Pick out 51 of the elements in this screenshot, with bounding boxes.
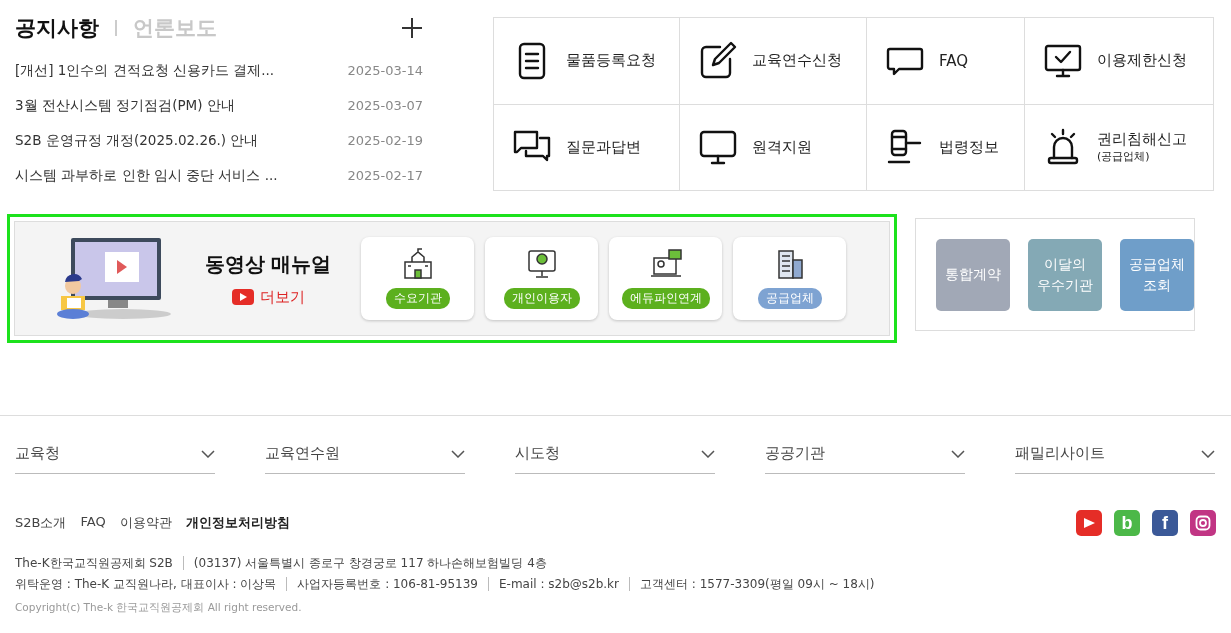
footer-link[interactable]: S2B소개: [15, 514, 67, 532]
company-info: 고객센터 : 1577-3309(평일 09시 ~ 18시): [629, 577, 875, 591]
chevron-down-icon: [701, 449, 715, 458]
quick-menu-item[interactable]: 교육연수신청: [680, 18, 867, 105]
footer-link[interactable]: 개인정보처리방침: [185, 514, 290, 532]
site-dropdown[interactable]: 교육연수원: [265, 444, 465, 474]
notice-link[interactable]: [개선] 1인수의 견적요청 신용카드 결제...: [15, 61, 275, 80]
notice-date: 2025-02-19: [347, 133, 423, 148]
plus-icon[interactable]: [401, 17, 423, 39]
site-dropdown[interactable]: 패밀리사이트: [1015, 444, 1215, 474]
instagram-icon[interactable]: [1190, 510, 1216, 536]
quick-menu-item[interactable]: 물품등록요청: [494, 18, 680, 105]
footer-link[interactable]: FAQ: [80, 514, 106, 532]
notice-link[interactable]: 3월 전산시스템 정기점검(PM) 안내: [15, 96, 235, 115]
site-dropdown[interactable]: 공공기관: [765, 444, 965, 474]
copyright: Copyright(c) The-k 한국교직원공제회 All right reserved.: [15, 601, 303, 615]
site-dropdown[interactable]: 시도청: [515, 444, 715, 474]
quick-menu-note: (공급업체): [1097, 149, 1151, 165]
notice-tab[interactable]: 공지사항: [15, 14, 99, 42]
category-label: 공급업체: [757, 288, 822, 309]
footer-link[interactable]: 이용약관: [119, 514, 172, 532]
quick-menu-item[interactable]: 질문과답변: [494, 104, 680, 190]
chevron-down-icon: [451, 449, 465, 458]
notice-link[interactable]: 시스템 과부하로 인한 임시 중단 서비스 ...: [15, 166, 278, 185]
youtube-icon[interactable]: [1076, 510, 1102, 536]
quick-menu-item[interactable]: 법령정보: [867, 104, 1025, 190]
facebook-icon[interactable]: f: [1152, 510, 1178, 536]
category-label: 수요기관: [385, 288, 450, 309]
site-dropdown[interactable]: 교육청: [15, 444, 215, 474]
quick-menu-item[interactable]: 권리침해신고 (공급업체): [1025, 104, 1213, 190]
company-info: The-K한국교직원공제회 S2B: [15, 556, 173, 570]
chevron-down-icon: [1201, 449, 1215, 458]
play-icon: [231, 289, 254, 305]
company-info: E-mail : s2b@s2b.kr: [488, 577, 619, 591]
notice-date: 2025-02-17: [347, 168, 423, 183]
quick-menu-item[interactable]: 원격지원: [680, 104, 867, 190]
pencil-icon: [698, 40, 738, 81]
video-manual-title: 동영상 매뉴얼: [204, 250, 332, 278]
notice-date: 2025-03-07: [347, 98, 423, 113]
category-label: 개인이용자: [503, 288, 580, 309]
quick-menu-item[interactable]: 이용제한신청: [1025, 18, 1213, 105]
more-link[interactable]: 더보기: [231, 287, 305, 307]
category-label: 에듀파인연계: [621, 288, 710, 309]
company-info: (03137) 서울특별시 종로구 창경궁로 117 하나손해보험빌딩 4층: [182, 556, 547, 570]
company-info: 사업자등록번호 : 106-81-95139: [286, 577, 478, 591]
chevron-down-icon: [201, 449, 215, 458]
notice-date: 2025-03-14: [347, 63, 423, 78]
notice-link[interactable]: S2B 운영규정 개정(2025.02.26.) 안내: [15, 131, 259, 150]
chevron-down-icon: [951, 449, 965, 458]
quick-menu-item[interactable]: FAQ: [867, 18, 1025, 105]
company-info: 위탁운영 : The-K 교직원나라, 대표이사 : 이상목: [15, 577, 277, 591]
